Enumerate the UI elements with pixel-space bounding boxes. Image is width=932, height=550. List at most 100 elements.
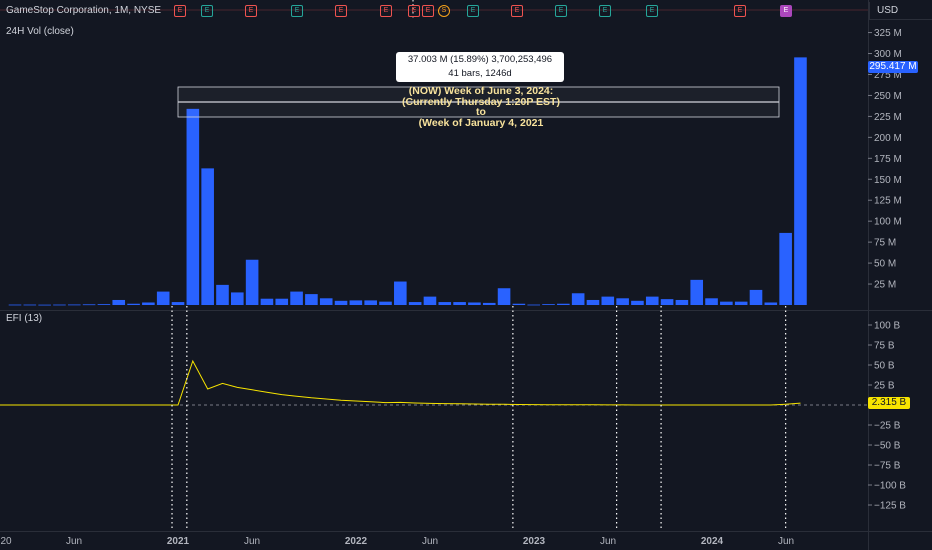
annotation-line4: (Week of January 4, 2021 [418, 116, 544, 129]
volume-axis-tick-label: 325 M [874, 28, 902, 39]
time-axis-label: 20 [0, 536, 12, 547]
volume-bar[interactable] [127, 303, 140, 305]
date-range-annotation[interactable]: (NOW) Week of June 3, 2024: (Currently T… [378, 86, 584, 128]
volume-bar[interactable] [53, 304, 66, 306]
volume-bar[interactable] [186, 108, 200, 306]
volume-bar[interactable] [171, 302, 185, 305]
earnings-event-icon[interactable]: E [201, 5, 213, 17]
volume-bar[interactable] [720, 301, 733, 305]
annotation-line1: (NOW) Week of June 3, 2024: [408, 85, 554, 97]
volume-bar[interactable] [349, 300, 363, 305]
volume-last-value-tag: 295.417 M [868, 61, 918, 73]
volume-bar[interactable] [319, 298, 333, 305]
volume-bar[interactable] [468, 302, 481, 305]
efi-axis-tick-label: −125 B [874, 501, 906, 512]
volume-bar[interactable] [631, 300, 644, 305]
volume-bar[interactable] [275, 298, 289, 305]
earnings-event-icon[interactable]: E [245, 5, 257, 17]
volume-bar[interactable] [334, 300, 348, 305]
earnings-event-icon[interactable]: E [467, 5, 479, 17]
volume-bar[interactable] [290, 291, 303, 305]
volume-bar[interactable] [542, 304, 555, 305]
volume-bar[interactable] [245, 259, 259, 305]
efi-axis-tick-label: −50 B [874, 441, 901, 452]
volume-bar[interactable] [512, 303, 526, 305]
split-event-icon[interactable]: S [438, 5, 450, 17]
volume-bar[interactable] [779, 232, 792, 305]
efi-pane-label[interactable]: EFI (13) [6, 313, 42, 324]
volume-bar[interactable] [82, 304, 96, 306]
volume-axis-tick-label: 50 M [874, 259, 896, 270]
earnings-event-icon[interactable]: E [646, 5, 658, 17]
time-axis-label: Jun [778, 536, 794, 547]
volume-pane-label[interactable]: 24H Vol (close) [6, 26, 74, 37]
volume-bar[interactable] [764, 302, 778, 305]
volume-bar[interactable] [705, 298, 718, 305]
time-axis-label: Jun [422, 536, 438, 547]
volume-bar[interactable] [408, 302, 422, 305]
earnings-event-icon[interactable]: E [734, 5, 746, 17]
volume-axis-tick-label: 75 M [874, 238, 896, 249]
volume-bar[interactable] [749, 289, 763, 305]
volume-bar[interactable] [67, 304, 81, 306]
measure-tooltip-line2: 41 bars, 1246d [448, 68, 512, 79]
earnings-event-icon[interactable]: E [380, 5, 392, 17]
volume-axis-tick-label: 225 M [874, 112, 902, 123]
volume-bar[interactable] [438, 302, 452, 305]
volume-bar[interactable] [379, 301, 392, 305]
measure-tooltip: 37.003 M (15.89%) 3,700,253,496 41 bars,… [396, 52, 564, 82]
efi-axis-tick-label: −75 B [874, 461, 901, 472]
earnings-event-icon[interactable]: E [174, 5, 186, 17]
time-axis-label: Jun [600, 536, 616, 547]
volume-axis-tick-label: 25 M [874, 280, 896, 291]
earnings-event-icon[interactable]: E [511, 5, 523, 17]
volume-bar[interactable] [690, 279, 704, 305]
volume-bar[interactable] [305, 294, 318, 305]
efi-axis-tick-label: 75 B [874, 341, 895, 352]
volume-bar[interactable] [497, 288, 511, 305]
earnings-event-icon[interactable]: E [335, 5, 347, 17]
volume-bar[interactable] [23, 304, 37, 306]
volume-bar[interactable] [156, 291, 170, 305]
volume-bar[interactable] [482, 302, 496, 305]
volume-bar[interactable] [201, 168, 214, 305]
volume-bar[interactable] [8, 304, 22, 306]
volume-bar[interactable] [364, 300, 377, 305]
volume-bar[interactable] [38, 304, 51, 306]
volume-bar[interactable] [660, 299, 674, 305]
volume-bar[interactable] [394, 281, 407, 305]
earnings-event-icon[interactable]: E [422, 5, 434, 17]
volume-bar[interactable] [616, 298, 629, 305]
volume-bar[interactable] [527, 304, 540, 306]
volume-bar[interactable] [675, 299, 689, 305]
volume-bar[interactable] [601, 296, 615, 305]
volume-bar[interactable] [97, 304, 111, 305]
volume-axis-tick-label: 250 M [874, 91, 902, 102]
currency-selector[interactable]: USD [869, 2, 932, 20]
chart-canvas[interactable]: 325 M300 M275 M250 M225 M200 M175 M150 M… [0, 0, 932, 550]
volume-bar[interactable] [586, 299, 600, 305]
earnings-event-icon[interactable]: E [408, 5, 420, 17]
volume-bar[interactable] [557, 303, 570, 305]
earnings-event-icon[interactable]: E [780, 5, 792, 17]
volume-bar[interactable] [453, 302, 466, 305]
efi-axis-tick-label: 25 B [874, 381, 895, 392]
efi-axis-tick-label: 50 B [874, 361, 895, 372]
volume-bar[interactable] [260, 298, 274, 305]
volume-axis-tick-label: 125 M [874, 196, 902, 207]
volume-bar[interactable] [142, 302, 155, 305]
symbol-title[interactable]: GameStop Corporation, 1M, NYSE [6, 5, 161, 16]
chart-background [0, 0, 932, 550]
volume-bar[interactable] [423, 296, 437, 305]
volume-bar[interactable] [216, 284, 229, 305]
volume-bar[interactable] [231, 292, 244, 305]
volume-bar[interactable] [734, 301, 748, 305]
earnings-event-icon[interactable]: E [555, 5, 567, 17]
earnings-event-icon[interactable]: E [599, 5, 611, 17]
earnings-event-icon[interactable]: E [291, 5, 303, 17]
volume-bar[interactable] [112, 299, 126, 305]
volume-bar[interactable] [645, 296, 659, 305]
volume-bar[interactable] [571, 293, 585, 305]
volume-bar[interactable] [794, 57, 807, 305]
time-axis-label: Jun [66, 536, 82, 547]
